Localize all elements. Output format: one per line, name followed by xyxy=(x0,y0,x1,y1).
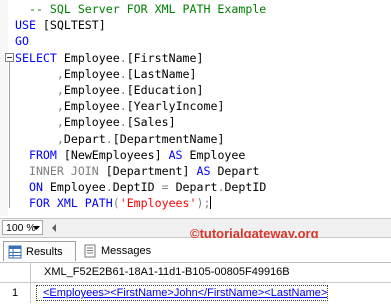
tab-results-label: Results xyxy=(26,246,63,258)
code-token: . xyxy=(119,99,127,114)
sql-editor[interactable]: -- SQL Server FOR XML PATH Example USE [S… xyxy=(0,0,391,216)
code-token: Depart xyxy=(217,163,260,178)
code-token: DeptID xyxy=(224,180,267,195)
code-token: [LastName] xyxy=(126,66,197,81)
code-token: ON xyxy=(15,180,50,195)
code-token: FROM xyxy=(15,147,64,162)
code-token: AS xyxy=(168,147,190,162)
code-token: -- SQL Server FOR XML PATH Example xyxy=(15,2,267,16)
code-token: Employee xyxy=(63,99,120,114)
code-token: [FirstName] xyxy=(126,50,204,65)
xml-result-cell[interactable]: <Employees><FirstName>John</FirstName><L… xyxy=(36,285,328,301)
code-token: [Education] xyxy=(126,82,204,97)
code-token: USE xyxy=(15,18,43,33)
code-line: ,Employee.[YearlyIncome] xyxy=(15,98,266,114)
code-token: GO xyxy=(15,34,29,49)
code-line: SELECT Employee.[FirstName] xyxy=(15,50,266,66)
code-token: Employee xyxy=(49,180,106,195)
zoom-dropdown[interactable]: 100 % xyxy=(2,220,43,235)
tab-messages[interactable]: Messages xyxy=(79,241,159,261)
code-token: FOR XML PATH xyxy=(15,196,113,211)
code-token: , xyxy=(56,115,64,130)
code-token: . xyxy=(105,180,113,195)
scroll-left-icon[interactable] xyxy=(49,222,59,234)
messages-icon xyxy=(84,244,96,258)
code-token: [SQLTEST] xyxy=(42,18,106,33)
code-token: , xyxy=(56,131,64,146)
tab-results[interactable]: Results xyxy=(3,241,76,261)
code-token: Employee xyxy=(63,82,120,97)
code-token: . xyxy=(119,50,127,65)
code-token: [Sales] xyxy=(126,115,176,130)
grid-corner-cell[interactable] xyxy=(0,263,31,282)
code-token: . xyxy=(119,66,127,81)
column-header[interactable]: XML_F52E2B61-18A1-11d1-B105-00805F49916B xyxy=(44,263,290,282)
code-token: ( xyxy=(112,196,120,211)
code-token: , xyxy=(56,66,64,81)
code-token: . xyxy=(105,131,113,146)
code-token: DeptID xyxy=(112,180,162,195)
code-token: Depart xyxy=(175,180,218,195)
code-line: INNER JOIN [Department] AS Depart xyxy=(15,163,266,179)
chevron-down-icon xyxy=(33,226,40,230)
code-line: ,Depart.[DepartmentName] xyxy=(15,131,266,147)
code-line: FOR XML PATH('Employees'); xyxy=(15,195,266,211)
code-token: Employee xyxy=(63,66,120,81)
grid-header-row: XML_F52E2B61-18A1-11d1-B105-00805F49916B xyxy=(0,263,391,283)
zoom-value: 100 % xyxy=(6,222,36,234)
collapse-region-icon[interactable] xyxy=(5,53,14,62)
code-token: [Department] xyxy=(105,163,197,178)
code-token: SELECT xyxy=(15,50,64,65)
code-token: . xyxy=(119,115,127,130)
code-line: USE [SQLTEST] xyxy=(15,17,266,33)
code-line: ON Employee.DeptID = Depart.DeptID xyxy=(15,179,266,195)
code-token: [YearlyIncome] xyxy=(126,99,225,114)
fold-guide-line xyxy=(9,58,10,208)
code-line: ,Employee.[Education] xyxy=(15,82,266,98)
results-tab-bar: Results Messages xyxy=(0,238,391,263)
sql-code[interactable]: -- SQL Server FOR XML PATH Example USE [S… xyxy=(15,1,266,211)
code-line: ,Employee.[Sales] xyxy=(15,114,266,130)
tab-messages-label: Messages xyxy=(101,245,152,257)
code-token: Employee xyxy=(63,50,120,65)
code-token: , xyxy=(56,82,64,97)
code-token: [NewEmployees] xyxy=(63,147,169,162)
results-grid: XML_F52E2B61-18A1-11d1-B105-00805F49916B… xyxy=(0,263,391,307)
text-cursor xyxy=(210,196,212,210)
table-row: 1 <Employees><FirstName>John</FirstName>… xyxy=(0,283,391,303)
code-token: INNER JOIN xyxy=(15,163,106,178)
code-token: Employee xyxy=(63,115,120,130)
code-line: GO xyxy=(15,33,266,49)
code-token: , xyxy=(56,99,64,114)
code-token: [DepartmentName] xyxy=(112,131,225,146)
code-line: -- SQL Server FOR XML PATH Example xyxy=(15,1,266,17)
code-token: . xyxy=(119,82,127,97)
code-line: FROM [NewEmployees] AS Employee xyxy=(15,147,266,163)
code-token: 'Employees' xyxy=(119,196,197,211)
results-grid-icon xyxy=(8,245,22,259)
code-token: Depart xyxy=(63,131,106,146)
code-token: Employee xyxy=(189,147,246,162)
editor-gutter xyxy=(0,0,8,216)
row-number[interactable]: 1 xyxy=(0,283,31,303)
xml-result-link[interactable]: <Employees><FirstName>John</FirstName><L… xyxy=(43,287,327,299)
code-token: ); xyxy=(196,196,211,211)
code-token: = xyxy=(161,180,176,195)
code-token: AS xyxy=(196,163,218,178)
code-line: ,Employee.[LastName] xyxy=(15,66,266,82)
